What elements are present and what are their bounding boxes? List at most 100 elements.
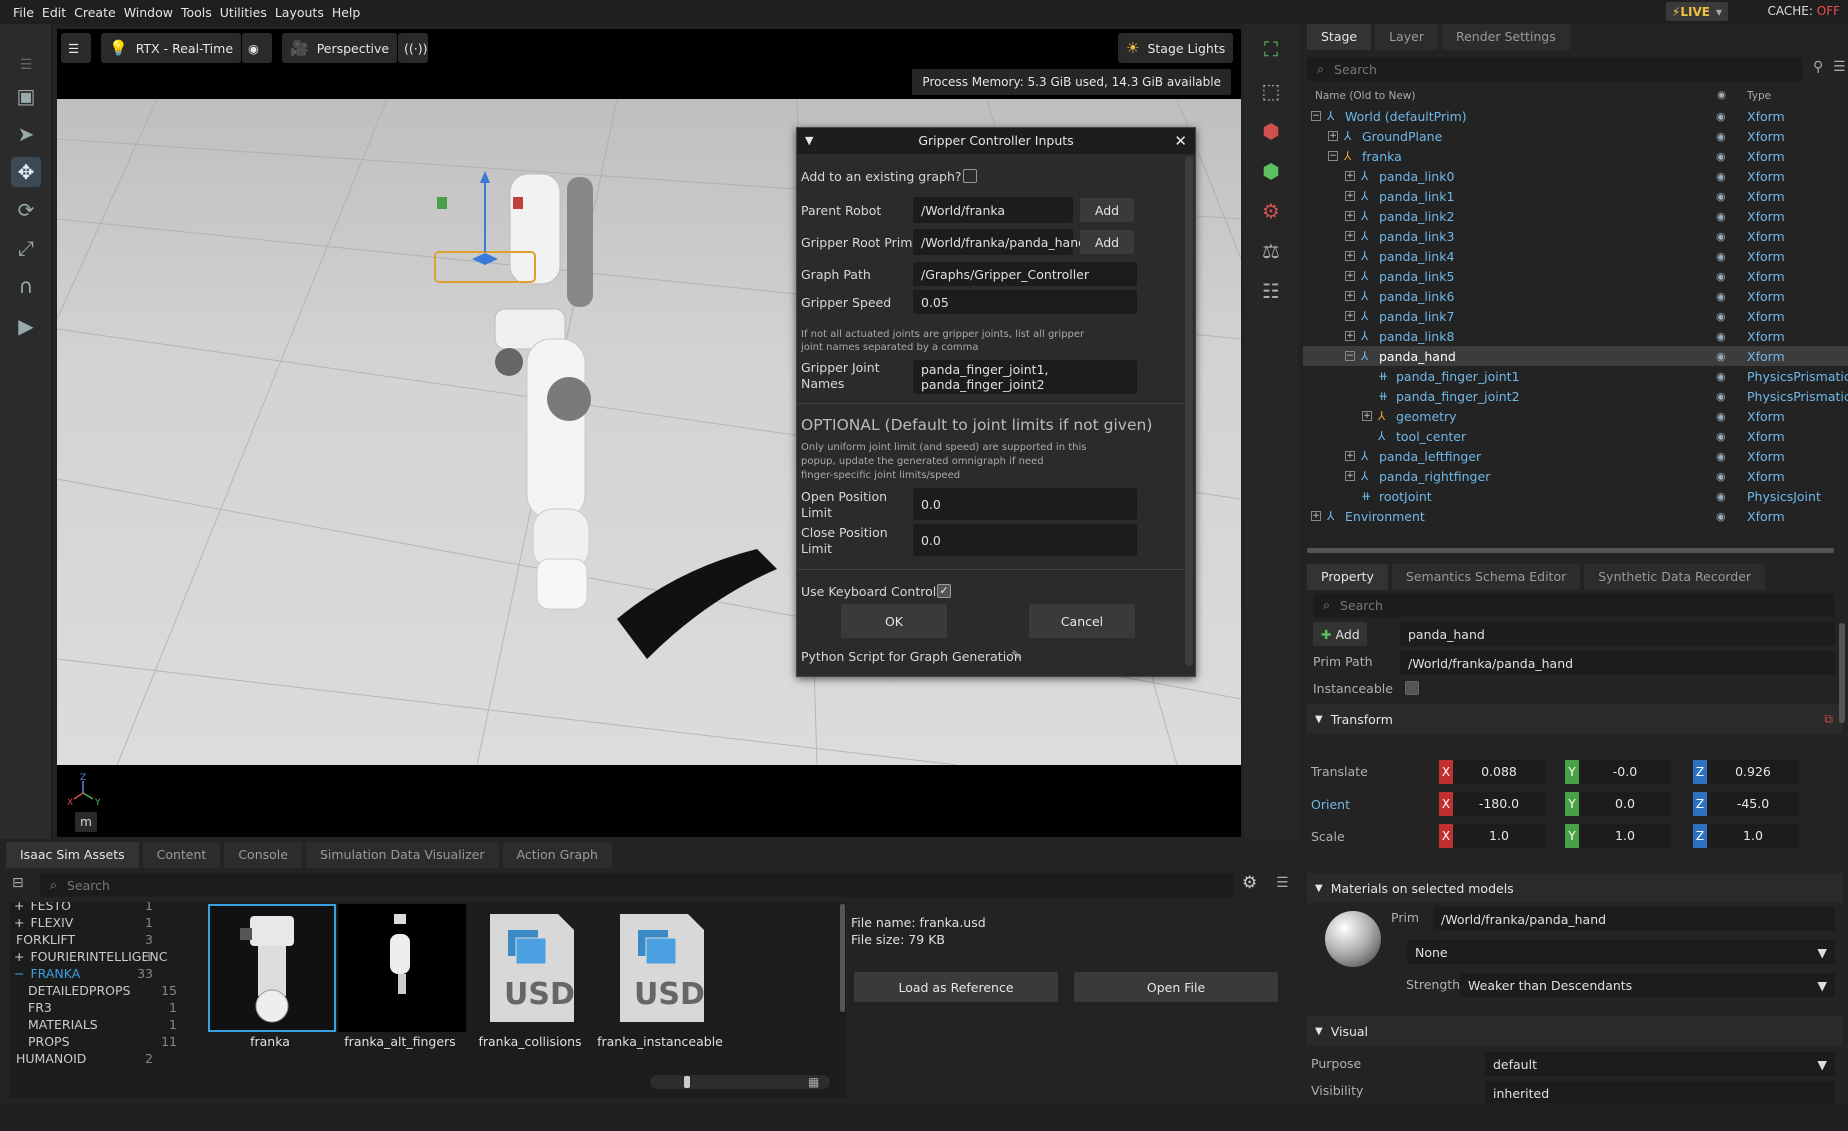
stage-tree-row[interactable]: + ⅄ panda_link6 ◉ Xform [1303, 286, 1848, 306]
stage-tree-row[interactable]: ⧺ rootJoint ◉ PhysicsJoint [1303, 486, 1848, 506]
unit-label[interactable]: m [75, 812, 97, 832]
tree-toggle-icon[interactable]: ⊟ [12, 875, 24, 891]
stage-tree-row[interactable]: − ⅄ panda_hand ◉ Xform [1303, 346, 1848, 366]
tab-render-settings[interactable]: Render Settings [1441, 24, 1570, 50]
camera-button[interactable]: 🎥 Perspective [282, 33, 398, 63]
visibility-eye-icon[interactable]: ◉ [1716, 510, 1726, 523]
translate-y-input[interactable]: -0.0 [1579, 760, 1671, 784]
rotate-icon[interactable]: ⟳ [11, 195, 41, 225]
stage-tree-row[interactable]: ⧺ panda_finger_joint2 ◉ PhysicsPrismatic [1303, 386, 1848, 406]
expand-icon[interactable]: + [1328, 131, 1338, 141]
select-mode-icon[interactable]: ▣ [11, 81, 41, 111]
visibility-eye-icon[interactable]: ◉ [1716, 410, 1726, 423]
folder-tree-item[interactable]: HUMANOID 2 [14, 1051, 189, 1071]
scale-y-input[interactable]: 1.0 [1579, 824, 1671, 848]
scale-x-input[interactable]: 1.0 [1453, 824, 1545, 848]
visibility-eye-icon[interactable]: ◉ [1716, 270, 1726, 283]
menu-icon[interactable]: ☰ [1833, 59, 1846, 75]
property-scrollbar[interactable] [1839, 623, 1845, 723]
tab-isaac-sim-assets[interactable]: Isaac Sim Assets [6, 842, 139, 868]
materials-section-header[interactable]: ▼ Materials on selected models [1307, 873, 1843, 903]
tab-console[interactable]: Console [224, 842, 302, 868]
orient-x-input[interactable]: -180.0 [1453, 792, 1545, 816]
gear-icon[interactable]: ⚙ [1256, 196, 1286, 226]
snap-icon[interactable]: ∩ [11, 271, 41, 301]
assets-search-input[interactable]: ⌕ Search [40, 873, 1234, 897]
prim-name-input[interactable]: panda_hand [1400, 622, 1835, 646]
load-as-reference-button[interactable]: Load as Reference [854, 972, 1058, 1002]
expand-icon[interactable]: + [1345, 211, 1355, 221]
cube-red-icon[interactable]: ⬢ [1256, 116, 1286, 146]
stage-tree-row[interactable]: + ⅄ panda_link0 ◉ Xform [1303, 166, 1848, 186]
transform-options-icon[interactable]: ⧉ [1824, 712, 1833, 727]
cancel-button[interactable]: Cancel [1029, 604, 1135, 638]
stage-hscrollbar[interactable] [1307, 548, 1834, 553]
stage-tree-row[interactable]: + ⅄ geometry ◉ Xform [1303, 406, 1848, 426]
stage-tree-row[interactable]: + ⅄ panda_link2 ◉ Xform [1303, 206, 1848, 226]
menu-create[interactable]: Create [74, 5, 116, 20]
visibility-eye-icon[interactable]: ◉ [1716, 490, 1726, 503]
stage-tree-row[interactable]: + ⅄ panda_link4 ◉ Xform [1303, 246, 1848, 266]
collapse-icon[interactable]: − [1311, 111, 1321, 121]
visibility-eye-icon[interactable]: ◉ [1716, 390, 1726, 403]
stage-tree-row[interactable]: + ⅄ Environment ◉ Xform [1303, 506, 1848, 526]
translate-z-input[interactable]: 0.926 [1707, 760, 1799, 784]
orient-z-input[interactable]: -45.0 [1707, 792, 1799, 816]
orient-y-input[interactable]: 0.0 [1579, 792, 1671, 816]
visibility-eye-icon[interactable]: ◉ [1716, 470, 1726, 483]
close-limit-input[interactable]: 0.0 [913, 524, 1137, 556]
visibility-eye-icon[interactable]: ◉ [1716, 130, 1726, 143]
filter-icon[interactable]: ⚲ [1813, 59, 1823, 75]
tab-synthetic-data[interactable]: Synthetic Data Recorder [1584, 564, 1766, 590]
collapse-icon[interactable]: − [1345, 351, 1355, 361]
expand-icon[interactable]: + [1345, 251, 1355, 261]
stage-tree-row[interactable]: + ⅄ panda_link3 ◉ Xform [1303, 226, 1848, 246]
expand-icon[interactable]: + [1345, 231, 1355, 241]
visibility-eye-icon[interactable]: ◉ [1716, 110, 1726, 123]
tab-stage[interactable]: Stage [1307, 24, 1372, 50]
expand-icon[interactable]: + [1311, 511, 1321, 521]
gripper-speed-input[interactable]: 0.05 [913, 290, 1137, 314]
scale-icon[interactable]: ⤢ [11, 233, 41, 263]
dialog-scrollbar[interactable] [1185, 156, 1193, 666]
asset-thumb-franka[interactable] [208, 904, 336, 1032]
expand-icon[interactable]: + [1345, 311, 1355, 321]
keyboard-control-checkbox[interactable]: ✓ [937, 584, 951, 598]
open-file-button[interactable]: Open File [1074, 972, 1278, 1002]
tab-content[interactable]: Content [142, 842, 221, 868]
menu-window[interactable]: Window [124, 5, 173, 20]
stage-tree-row[interactable]: + ⅄ GroundPlane ◉ Xform [1303, 126, 1848, 146]
gripper-root-input[interactable]: /World/franka/panda_hand [913, 229, 1086, 255]
parent-robot-input[interactable]: /World/franka [913, 197, 1073, 223]
translate-x-input[interactable]: 0.088 [1453, 760, 1545, 784]
visibility-eye-icon[interactable]: ◉ [1716, 450, 1726, 463]
property-search-input[interactable]: ⌕ Search [1313, 593, 1835, 617]
visibility-eye-icon[interactable]: ◉ [1716, 230, 1726, 243]
weight-icon[interactable]: ⚖ [1256, 236, 1286, 266]
tab-action-graph[interactable]: Action Graph [502, 842, 612, 868]
expand-icon[interactable]: + [1345, 331, 1355, 341]
visibility-eye-icon[interactable]: ◉ [1716, 430, 1726, 443]
menu-file[interactable]: File [13, 5, 34, 20]
visual-section-header[interactable]: ▼ Visual [1307, 1016, 1843, 1046]
purpose-select[interactable]: default ▼ [1485, 1052, 1835, 1076]
material-prim-input[interactable]: /World/franka/panda_hand [1433, 907, 1835, 931]
cache-status[interactable]: CACHE: OFF [1768, 4, 1840, 18]
prim-path-input[interactable]: /World/franka/panda_hand [1400, 651, 1835, 675]
visibility-eye-icon[interactable]: ◉ [1716, 350, 1726, 363]
joint-names-input[interactable]: panda_finger_joint1, panda_finger_joint2 [913, 360, 1137, 394]
visibility-eye-icon[interactable]: ◉ [1716, 250, 1726, 263]
collapse-icon[interactable]: ▼ [805, 128, 813, 154]
tab-semantics[interactable]: Semantics Schema Editor [1391, 564, 1581, 590]
expand-icon[interactable]: + [1345, 291, 1355, 301]
expand-icon[interactable]: + [1345, 451, 1355, 461]
material-select[interactable]: None ▼ [1407, 940, 1835, 964]
cube-green-icon[interactable]: ⬢ [1256, 156, 1286, 186]
stage-tree-row[interactable]: ⧺ panda_finger_joint1 ◉ PhysicsPrismatic [1303, 366, 1848, 386]
parent-robot-add-button[interactable]: Add [1080, 198, 1134, 222]
frame-icon[interactable]: ⛶ [1256, 34, 1286, 64]
visibility-button[interactable]: ◉ [242, 33, 272, 63]
visibility-eye-icon[interactable]: ◉ [1716, 190, 1726, 203]
visibility-select[interactable]: inherited [1485, 1081, 1835, 1103]
stage-tree-row[interactable]: + ⅄ panda_link8 ◉ Xform [1303, 326, 1848, 346]
